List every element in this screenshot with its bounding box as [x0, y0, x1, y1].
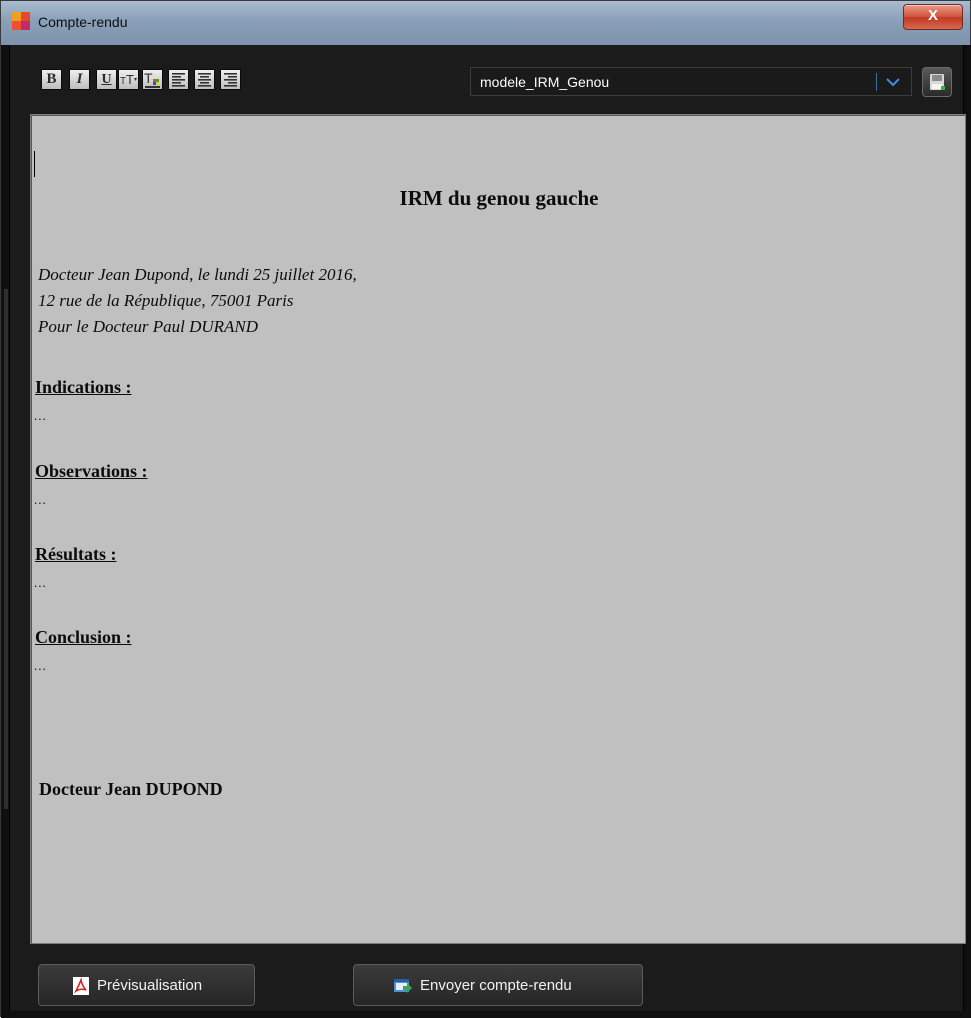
align-center-icon — [198, 73, 211, 87]
send-report-icon — [394, 979, 412, 993]
section-label-observations: Observations : — [35, 461, 148, 481]
svg-text:T: T — [144, 70, 153, 86]
font-color-icon: T — [144, 70, 160, 88]
send-report-button-label: Envoyer compte-rendu — [420, 977, 572, 994]
signature: Docteur Jean DUPOND — [39, 779, 223, 799]
font-size-icon: T T — [120, 72, 137, 87]
send-report-button[interactable]: Envoyer compte-rendu — [353, 964, 643, 1006]
header-line-recipient: Pour le Docteur Paul DURAND — [38, 317, 259, 336]
text-caret — [34, 151, 35, 177]
document-title: IRM du genou gauche — [399, 186, 599, 210]
section-label-resultats: Résultats : — [35, 544, 117, 564]
align-center-button[interactable] — [194, 69, 215, 90]
align-right-icon — [224, 73, 237, 87]
close-button[interactable]: X — [903, 4, 963, 30]
close-icon: X — [927, 7, 938, 24]
align-left-icon — [172, 73, 185, 87]
report-window: Compte-rendu X B I U T T T modele_IRM_Ge… — [0, 0, 971, 1018]
title-bar[interactable]: Compte-rendu X — [1, 1, 970, 45]
format-toolbar: B I U T T T modele_IRM_Genou — [10, 45, 963, 111]
template-select[interactable]: modele_IRM_Genou — [470, 67, 912, 96]
header-line-doctor-date: Docteur Jean Dupond, le lundi 25 juillet… — [38, 265, 357, 284]
header-line-address: 12 rue de la République, 75001 Paris — [38, 291, 294, 310]
font-size-button[interactable]: T T — [118, 69, 139, 90]
report-editor[interactable]: IRM du genou gauche Docteur Jean Dupond,… — [30, 114, 966, 944]
pdf-icon — [73, 977, 89, 995]
section-text-indications: ... — [34, 408, 47, 423]
client-area: B I U T T T modele_IRM_Genou IRM du geno… — [9, 45, 966, 1011]
template-select-value: modele_IRM_Genou — [480, 74, 610, 90]
save-template-button[interactable] — [922, 67, 952, 97]
app-icon — [12, 12, 30, 30]
window-title: Compte-rendu — [38, 14, 128, 30]
section-text-conclusion: ... — [34, 658, 47, 673]
chevron-down-icon[interactable] — [885, 75, 901, 89]
left-window-border — [1, 45, 9, 1018]
section-label-conclusion: Conclusion : — [35, 627, 132, 647]
underline-button[interactable]: U — [96, 69, 117, 90]
preview-button[interactable]: Prévisualisation — [38, 964, 255, 1006]
align-right-button[interactable] — [220, 69, 241, 90]
italic-button[interactable]: I — [69, 69, 90, 90]
floppy-save-icon — [930, 74, 945, 90]
section-label-indications: Indications : — [35, 377, 132, 397]
svg-text:T: T — [126, 72, 134, 87]
font-color-button[interactable]: T — [142, 69, 163, 90]
bold-button[interactable]: B — [41, 69, 62, 90]
align-left-button[interactable] — [168, 69, 189, 90]
preview-button-label: Prévisualisation — [97, 977, 203, 994]
section-text-resultats: ... — [34, 575, 47, 590]
select-divider — [876, 73, 877, 91]
section-text-observations: ... — [34, 492, 47, 507]
